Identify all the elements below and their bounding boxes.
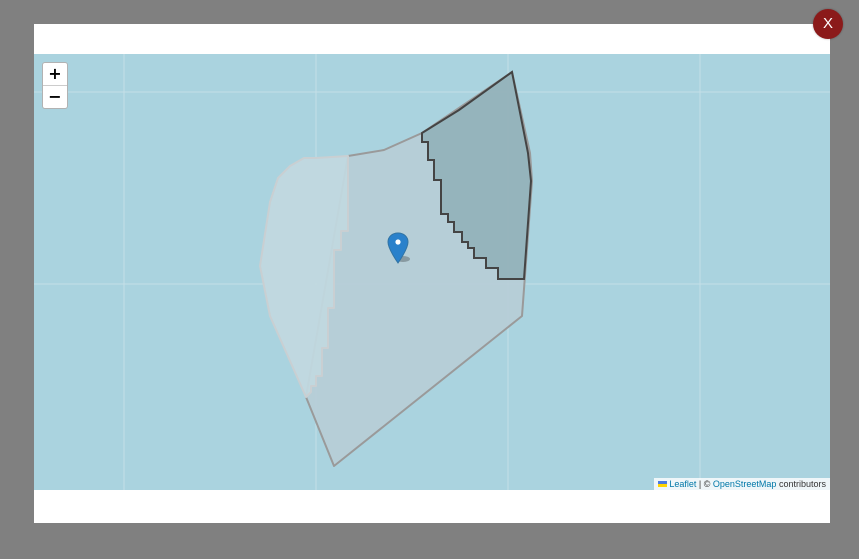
attribution-contributors: contributors (778, 479, 826, 489)
ukraine-flag-icon (658, 481, 668, 488)
zoom-out-button[interactable]: − (43, 86, 67, 108)
attribution-separator: | © (698, 479, 711, 489)
openstreetmap-link[interactable]: OpenStreetMap (713, 479, 777, 489)
zoom-in-button[interactable]: + (43, 63, 67, 86)
map-shapes (34, 54, 830, 490)
map-view[interactable]: + − Leaflet | © OpenStreetMap contributo… (34, 54, 830, 490)
zoom-control: + − (42, 62, 68, 109)
close-button[interactable]: X (813, 9, 843, 39)
map-attribution: Leaflet | © OpenStreetMap contributors (654, 478, 830, 490)
map-pin-icon (387, 232, 410, 264)
leaflet-link[interactable]: Leaflet (669, 479, 696, 489)
map-modal: + − Leaflet | © OpenStreetMap contributo… (34, 24, 830, 523)
location-marker[interactable] (386, 232, 416, 266)
